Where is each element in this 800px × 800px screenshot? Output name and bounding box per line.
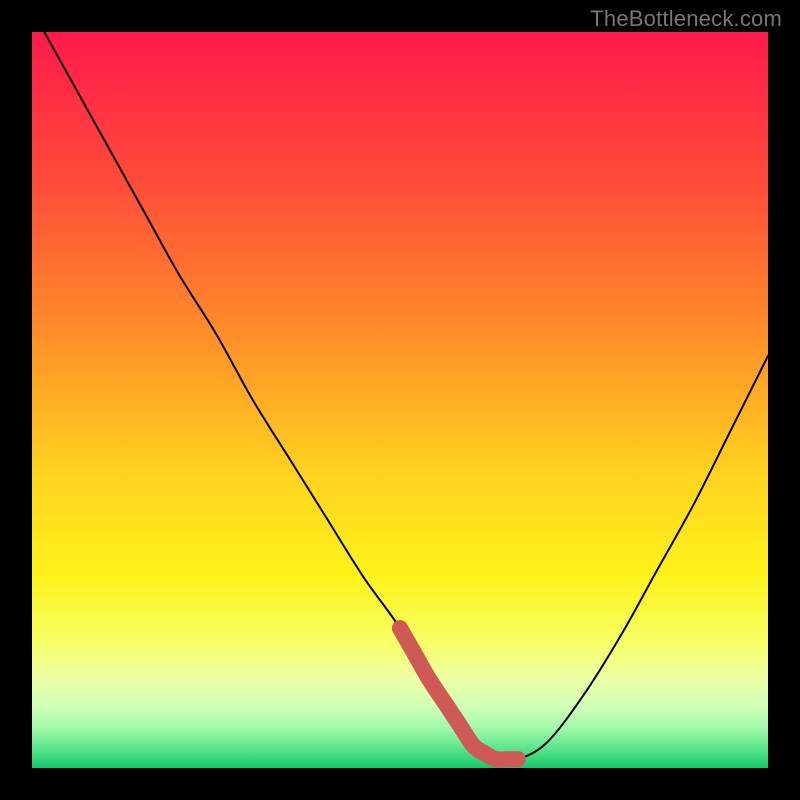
attribution-text: TheBottleneck.com bbox=[590, 6, 782, 32]
plot-area bbox=[32, 32, 768, 768]
gradient-background bbox=[32, 32, 768, 768]
highlight-dot bbox=[393, 621, 408, 636]
chart-frame: TheBottleneck.com bbox=[0, 0, 800, 800]
bottleneck-chart bbox=[32, 32, 768, 768]
